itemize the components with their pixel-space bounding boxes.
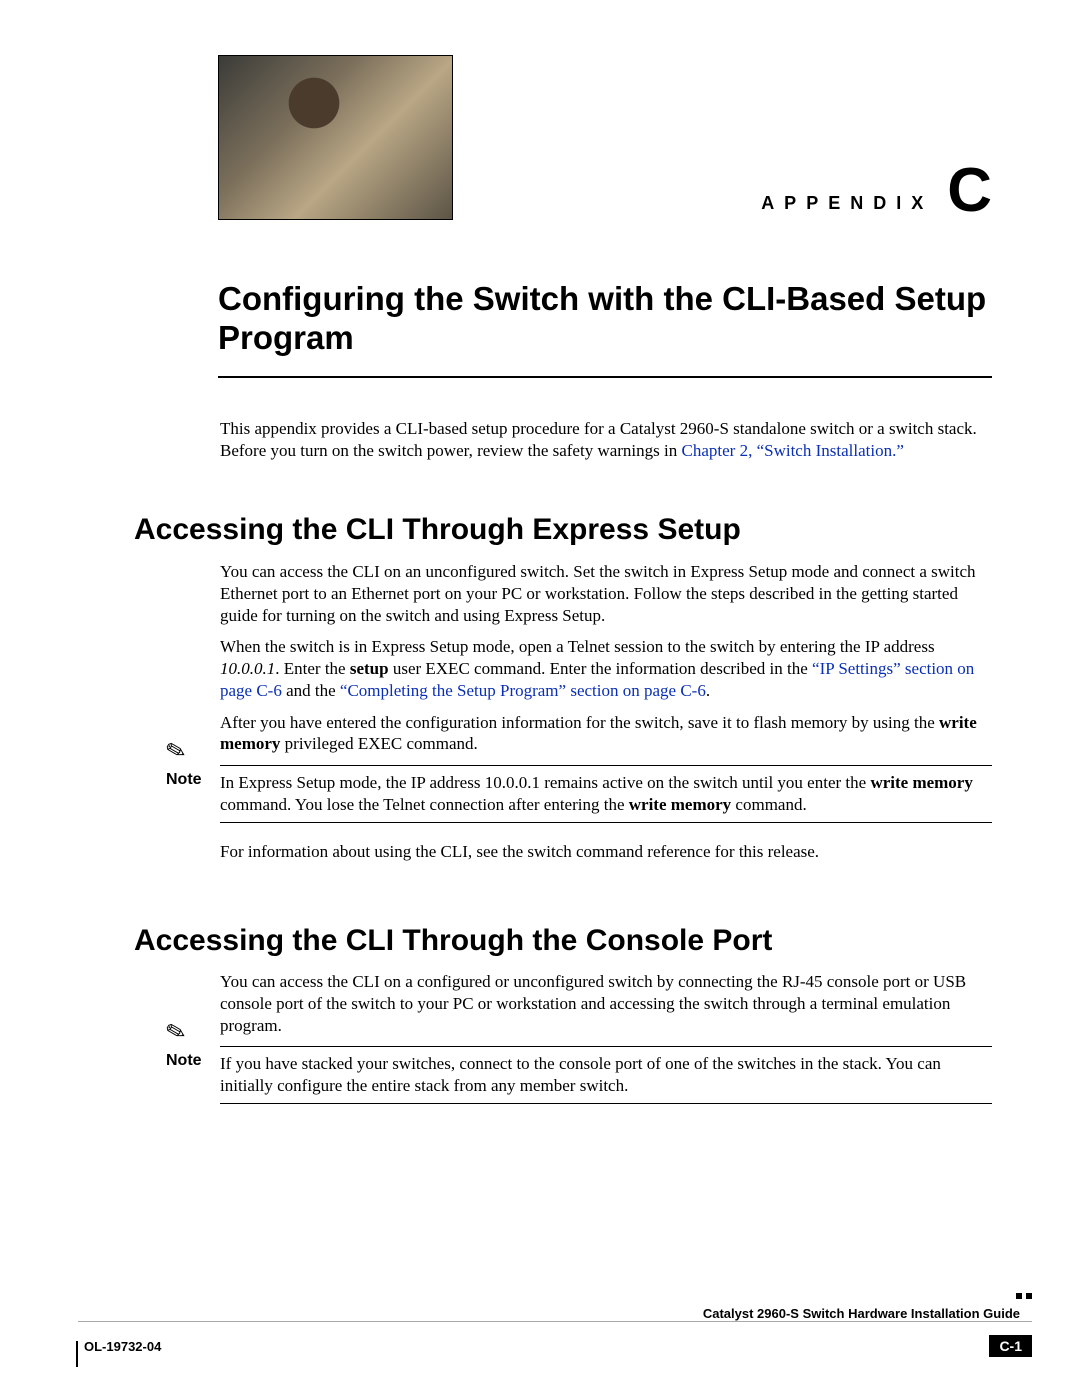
doc-code: OL-19732-04 (84, 1339, 161, 1354)
s1-p2-d: and the (282, 681, 340, 700)
n1-c: command. (731, 795, 807, 814)
s1-p2: When the switch is in Express Setup mode… (220, 636, 992, 701)
title-block: Configuring the Switch with the CLI-Base… (218, 280, 992, 378)
footer-guide-title: Catalyst 2960-S Switch Hardware Installa… (703, 1306, 1020, 1321)
appendix-block: APPENDIX C (453, 160, 1080, 220)
n1-bold2: write memory (629, 795, 731, 814)
s1-p2-e: . (706, 681, 710, 700)
note-rule-bottom-2 (220, 1103, 992, 1104)
section-console-port: You can access the CLI on a configured o… (220, 971, 992, 1104)
appendix-letter: C (947, 160, 992, 222)
pencil-icon: ✎ (163, 735, 190, 768)
note-text-1: In Express Setup mode, the IP address 10… (220, 766, 992, 822)
footer: Catalyst 2960-S Switch Hardware Installa… (54, 1321, 1080, 1357)
footer-left-line (76, 1341, 78, 1367)
note-text-2: If you have stacked your switches, conne… (220, 1047, 992, 1103)
page-number: C-1 (989, 1335, 1032, 1357)
note-label-2: Note (166, 1052, 202, 1070)
title-rule (218, 376, 992, 378)
footer-decor (1016, 1293, 1032, 1299)
note-block-1: ✎ Note In Express Setup mode, the IP add… (220, 765, 992, 823)
s1-p2-a: When the switch is in Express Setup mode… (220, 637, 935, 656)
s1-p1: You can access the CLI on an unconfigure… (220, 561, 992, 626)
s1-p4: For information about using the CLI, see… (220, 841, 992, 863)
appendix-label: APPENDIX (761, 193, 933, 214)
heading-console-port: Accessing the CLI Through the Console Po… (134, 924, 772, 958)
n1-b: command. You lose the Telnet connection … (220, 795, 629, 814)
s1-p2-ip: 10.0.0.1 (220, 659, 275, 678)
pencil-icon: ✎ (163, 1016, 190, 1049)
header-photo (218, 55, 453, 220)
link-completing-setup[interactable]: “Completing the Setup Program” section o… (340, 681, 706, 700)
s1-p2-b: . Enter the (275, 659, 350, 678)
n1-a: In Express Setup mode, the IP address 10… (220, 773, 870, 792)
s2-p1: You can access the CLI on a configured o… (220, 971, 992, 1036)
s1-p2-c: user EXEC command. Enter the information… (389, 659, 812, 678)
page: APPENDIX C Configuring the Switch with t… (0, 0, 1080, 1397)
s1-p3-b: privileged EXEC command. (280, 734, 477, 753)
heading-express-setup: Accessing the CLI Through Express Setup (134, 513, 741, 547)
link-switch-installation[interactable]: Chapter 2, “Switch Installation.” (682, 441, 904, 460)
s1-p3: After you have entered the configuration… (220, 712, 992, 756)
footer-bar (78, 1321, 1032, 1329)
footer-lower: OL-19732-04 C-1 (54, 1335, 1080, 1357)
note-rule-bottom-1 (220, 822, 992, 823)
s1-p3-a: After you have entered the configuration… (220, 713, 939, 732)
header-row: APPENDIX C (0, 55, 1080, 220)
n1-bold1: write memory (870, 773, 972, 792)
section-express-setup: You can access the CLI on an unconfigure… (220, 561, 992, 863)
intro-paragraph: This appendix provides a CLI-based setup… (220, 418, 992, 462)
note-block-2: ✎ Note If you have stacked your switches… (220, 1046, 992, 1104)
intro-block: This appendix provides a CLI-based setup… (220, 418, 992, 462)
note-label-1: Note (166, 771, 202, 789)
page-title: Configuring the Switch with the CLI-Base… (218, 280, 992, 358)
s1-p2-bold: setup (350, 659, 389, 678)
